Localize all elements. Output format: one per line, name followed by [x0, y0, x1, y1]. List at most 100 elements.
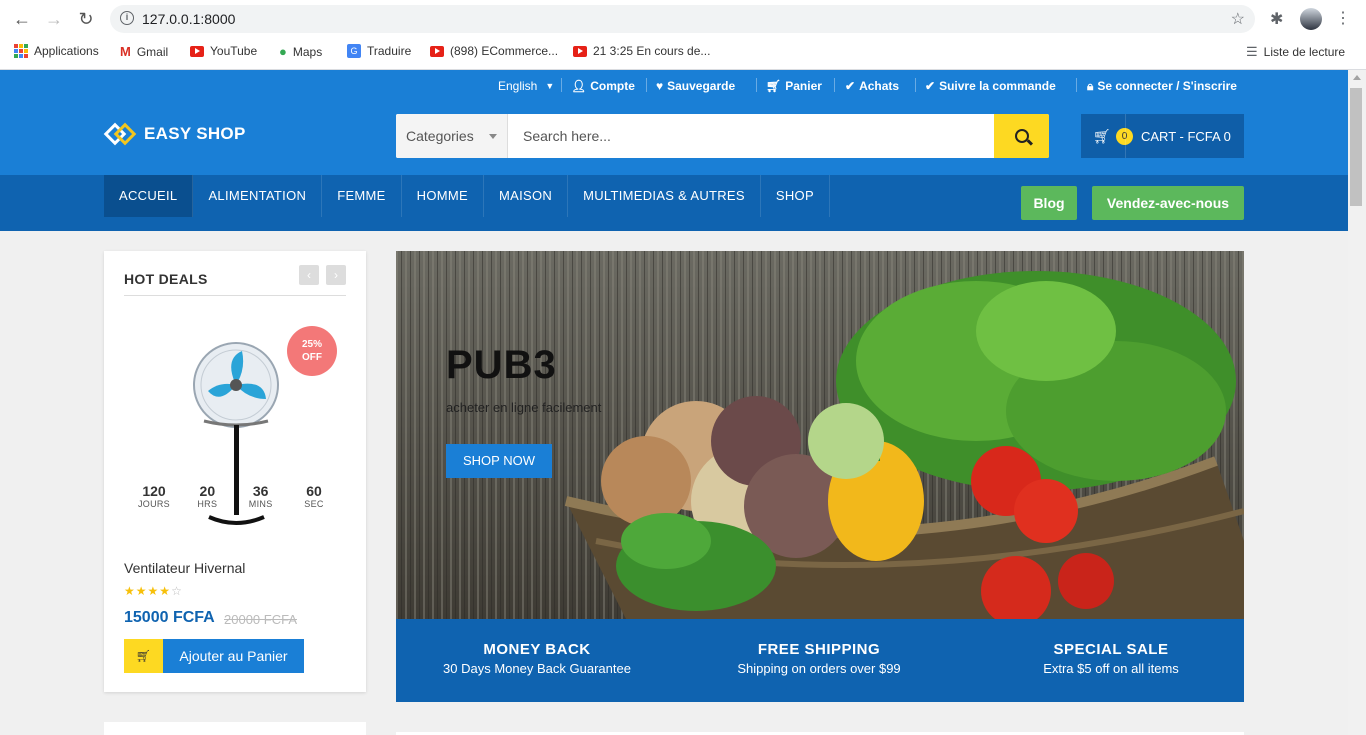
discount-badge: 25% OFF: [287, 326, 337, 376]
category-label: Categories: [406, 128, 474, 144]
nav-item-shop[interactable]: SHOP: [761, 175, 830, 217]
feature-subtitle: 30 Days Money Back Guarantee: [443, 661, 631, 676]
site-info-icon[interactable]: i: [120, 11, 134, 25]
divider: [834, 78, 835, 92]
nav-item-maison[interactable]: MAISON: [484, 175, 569, 217]
bookmark-gmail[interactable]: M Gmail: [120, 44, 168, 59]
page: English ▼ 👤︎ Compte ♥ Sauvegarde 🛒︎ Pani…: [0, 70, 1348, 735]
star-icon: ★: [135, 584, 148, 598]
star-icon: ★: [124, 584, 136, 598]
feature-subtitle: Extra $5 off on all items: [1043, 661, 1179, 676]
countdown-value: 36: [252, 483, 269, 499]
countdown-value: 120: [142, 483, 166, 499]
topbar-link-compte[interactable]: 👤︎ Compte: [571, 78, 635, 94]
blog-button[interactable]: Blog: [1021, 186, 1077, 220]
extensions-icon[interactable]: ✱: [1270, 9, 1283, 29]
maps-pin-icon: ●: [279, 44, 287, 59]
bookmark-maps[interactable]: ● Maps: [279, 44, 322, 59]
category-select[interactable]: Categories: [396, 114, 508, 158]
nav-item-accueil[interactable]: ACCUEIL: [104, 175, 194, 217]
banner-image: [396, 251, 1244, 619]
bookmark-applications[interactable]: Applications: [14, 44, 99, 58]
banner-subtitle: acheter en ligne facilement: [446, 400, 602, 415]
topbar-link-achats[interactable]: ✔ Achats: [845, 78, 899, 94]
address-bar[interactable]: i 127.0.0.1:8000 ☆: [110, 5, 1255, 33]
nav-item-femme[interactable]: FEMME: [322, 175, 402, 217]
browser-menu-icon[interactable]: ⋮: [1335, 8, 1351, 28]
language-select[interactable]: English ▼: [498, 78, 554, 94]
gmail-icon: M: [120, 44, 131, 59]
language-label: English: [498, 79, 538, 93]
add-to-cart-button[interactable]: 🛒︎ Ajouter au Panier: [124, 639, 304, 673]
logo-icon: [103, 122, 138, 146]
search-input[interactable]: [508, 114, 994, 158]
discount-percent: 25%: [301, 339, 322, 350]
reading-list-label: Liste de lecture: [1263, 45, 1346, 59]
bookmark-label: Traduire: [367, 44, 412, 58]
cart-icon: 🛒︎: [124, 639, 163, 673]
scrollbar-thumb[interactable]: [1350, 88, 1362, 206]
sell-with-us-button[interactable]: Vendez-avec-nous: [1092, 186, 1244, 220]
star-icon: ★: [159, 584, 172, 598]
topbar-link-suivre[interactable]: ✔ Suivre la commande: [925, 78, 1056, 94]
divider: [646, 78, 647, 92]
reading-list-icon: ☰: [1246, 44, 1258, 59]
nav-item-multimedias[interactable]: MULTIMEDIAS & AUTRES: [568, 175, 761, 217]
topbar-link-login[interactable]: 🔒︎ Se connecter / S'inscrire: [1087, 78, 1237, 94]
reload-icon[interactable]: ↻: [76, 9, 96, 29]
check-icon: ✔: [845, 79, 856, 93]
divider: [1125, 114, 1126, 158]
countdown-unit: HRS: [197, 499, 218, 509]
countdown-hours: 20 HRS: [187, 483, 227, 509]
bookmark-en-cours[interactable]: 21 3:25 En cours de...: [573, 44, 710, 58]
bookmark-label: Maps: [292, 44, 323, 59]
nav-item-homme[interactable]: HOMME: [402, 175, 484, 217]
topbar-link-label: Se connecter / S'inscrire: [1097, 79, 1237, 93]
prev-arrow-icon[interactable]: ‹: [299, 265, 319, 285]
scroll-up-icon[interactable]: [1353, 75, 1361, 80]
next-arrow-icon[interactable]: ›: [326, 265, 346, 285]
lock-icon: 🔒︎: [1087, 78, 1094, 93]
bookmark-star-icon[interactable]: ☆: [1231, 9, 1245, 29]
chevron-down-icon: [489, 134, 497, 139]
hero-banner: PUB3 acheter en ligne facilement SHOP NO…: [396, 251, 1244, 619]
topbar-link-label: Compte: [590, 79, 635, 93]
topbar-link-label: Sauvegarde: [667, 79, 736, 93]
feature-special-sale: SPECIAL SALE Extra $5 off on all items: [970, 641, 1252, 676]
forward-icon[interactable]: →: [44, 9, 64, 29]
next-panel: [104, 722, 366, 735]
back-icon[interactable]: ←: [12, 9, 32, 29]
logo-text: EASY SHOP: [144, 124, 246, 143]
countdown-value: 60: [306, 483, 322, 499]
nav-menu: ACCUEIL ALIMENTATION FEMME HOMME MAISON …: [104, 175, 830, 217]
topbar-link-panier[interactable]: 🛒︎ Panier: [766, 78, 822, 94]
page-scrollbar[interactable]: [1348, 70, 1366, 735]
bookmark-traduire[interactable]: G Traduire: [347, 44, 411, 58]
search-button[interactable]: [994, 114, 1049, 158]
feature-title: FREE SHIPPING: [757, 641, 881, 658]
bookmark-ecommerce[interactable]: (898) ECommerce...: [430, 44, 558, 58]
bookmark-label: Gmail: [136, 44, 169, 59]
cart-button[interactable]: 🛒︎ 0 CART - FCFA 0: [1081, 114, 1244, 158]
feature-money-back: MONEY BACK 30 Days Money Back Guarantee: [396, 641, 678, 676]
translate-icon: G: [347, 44, 361, 58]
bookmark-youtube[interactable]: YouTube: [190, 44, 257, 58]
nav-item-alimentation[interactable]: ALIMENTATION: [193, 175, 323, 217]
divider: [915, 78, 916, 92]
url-text[interactable]: 127.0.0.1:8000: [142, 11, 235, 27]
shop-now-button[interactable]: SHOP NOW: [446, 444, 552, 478]
countdown-value: 20: [199, 483, 216, 499]
main-nav: ACCUEIL ALIMENTATION FEMME HOMME MAISON …: [0, 175, 1348, 231]
site-logo[interactable]: EASY SHOP: [103, 122, 246, 146]
product-name[interactable]: Ventilateur Hivernal: [124, 560, 245, 576]
profile-avatar[interactable]: [1300, 8, 1322, 30]
discount-off: OFF: [302, 352, 322, 363]
bookmark-label: 21 3:25 En cours de...: [593, 44, 711, 58]
bookmark-label: (898) ECommerce...: [450, 44, 559, 58]
divider: [124, 295, 346, 296]
reading-list[interactable]: ☰ Liste de lecture: [1246, 44, 1345, 60]
star-icon: ★: [147, 584, 160, 598]
heart-icon: ♥: [656, 79, 664, 93]
topbar-link-sauvegarde[interactable]: ♥ Sauvegarde: [656, 78, 735, 94]
rating-stars: ★★★★☆: [124, 584, 183, 598]
